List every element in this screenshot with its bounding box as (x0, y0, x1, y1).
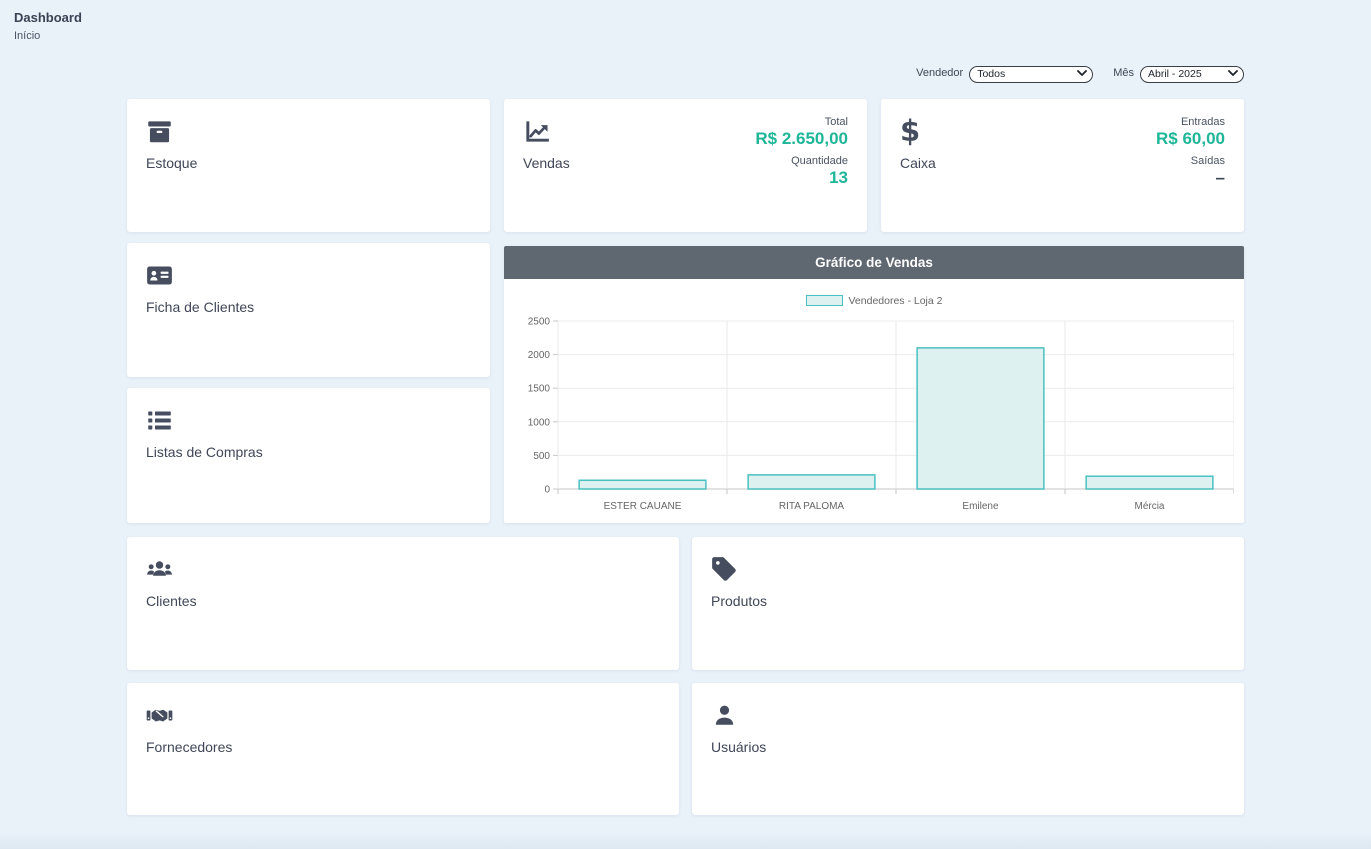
total-label: Total (755, 115, 848, 129)
tag-icon (711, 556, 1225, 584)
caixa-stats: Entradas R$ 60,00 Saídas – (1156, 115, 1225, 193)
page-title: Dashboard (14, 10, 1357, 25)
chart-legend[interactable]: Vendedores - Loja 2 (514, 294, 1234, 308)
chart-body: Vendedores - Loja 2 0 500 1000 1500 2000 2500… (504, 279, 1244, 523)
page-header: Dashboard Início (0, 0, 1371, 42)
card-label: Clientes (146, 593, 660, 609)
card-label: Fornecedores (146, 739, 660, 755)
y-axis-label: 1000 (527, 417, 550, 428)
card-usuarios[interactable]: Usuários (692, 683, 1244, 815)
y-axis-label: 2500 (527, 316, 550, 327)
card-label: Estoque (146, 155, 471, 171)
users-icon (146, 556, 660, 584)
card-label: Listas de Compras (146, 444, 471, 460)
breadcrumb[interactable]: Início (14, 30, 1357, 42)
x-axis-label: ESTER CAUANE (603, 501, 681, 512)
x-axis-label: RITA PALOMA (778, 501, 844, 512)
saidas-value: – (1156, 168, 1225, 188)
x-axis-label: Emilene (962, 501, 999, 512)
legend-swatch (806, 295, 843, 306)
entradas-label: Entradas (1156, 115, 1225, 129)
sales-chart-panel: Gráfico de Vendas Vendedores - Loja 2 0 5… (504, 246, 1244, 523)
y-axis-label: 2000 (527, 350, 550, 361)
card-produtos[interactable]: Produtos (692, 537, 1244, 670)
y-axis-label: 0 (544, 484, 550, 495)
card-label: Usuários (711, 739, 1225, 755)
vendedor-select-wrap: Todos (969, 64, 1093, 83)
card-clientes[interactable]: Clientes (127, 537, 679, 670)
total-value: R$ 2.650,00 (755, 129, 848, 149)
card-listas-de-compras[interactable]: Listas de Compras (127, 388, 490, 523)
chart-title: Gráfico de Vendas (504, 246, 1244, 279)
chart-bar[interactable] (1086, 476, 1213, 489)
card-ficha-de-clientes[interactable]: Ficha de Clientes (127, 243, 490, 377)
card-caixa[interactable]: $ Caixa Entradas R$ 60,00 Saídas – (881, 99, 1244, 232)
main-content: Vendedor Todos Mês Abril - 2025 Estoque (127, 64, 1244, 815)
footer-band (0, 833, 1371, 849)
saidas-label: Saídas (1156, 154, 1225, 168)
mes-select-wrap: Abril - 2025 (1140, 64, 1244, 83)
bar-chart: 0 500 1000 1500 2000 2500 ESTER CAUANE RITA PAL… (515, 313, 1234, 523)
card-vendas[interactable]: Vendas Total R$ 2.650,00 Quantidade 13 (504, 99, 867, 232)
quantidade-label: Quantidade (755, 154, 848, 168)
user-icon (711, 702, 1225, 730)
chart-bar[interactable] (748, 474, 875, 488)
chart-bar[interactable] (579, 480, 706, 489)
list-icon (146, 407, 471, 435)
vendas-stats: Total R$ 2.650,00 Quantidade 13 (755, 115, 848, 193)
mes-label: Mês (1113, 67, 1134, 79)
card-estoque[interactable]: Estoque (127, 99, 490, 232)
card-fornecedores[interactable]: Fornecedores (127, 683, 679, 815)
top-grid: Estoque Vendas Total R$ 2.650,00 Quantid… (127, 99, 1244, 523)
address-card-icon (146, 262, 471, 290)
card-label: Ficha de Clientes (146, 299, 471, 315)
box-archive-icon (146, 118, 471, 146)
handshake-icon (146, 702, 660, 730)
card-label: Produtos (711, 593, 1225, 609)
y-axis-label: 500 (533, 450, 550, 461)
bottom-grid: Clientes Produtos (127, 537, 1244, 815)
vendedor-label: Vendedor (916, 67, 963, 79)
filters-row: Vendedor Todos Mês Abril - 2025 (127, 64, 1244, 83)
entradas-value: R$ 60,00 (1156, 129, 1225, 149)
legend-label: Vendedores - Loja 2 (849, 295, 943, 307)
mes-select[interactable]: Abril - 2025 (1140, 66, 1244, 83)
chart-bar[interactable] (917, 347, 1044, 488)
x-axis-label: Mércia (1134, 501, 1164, 512)
y-axis-label: 1500 (527, 383, 550, 394)
vendedor-select[interactable]: Todos (969, 66, 1093, 83)
quantidade-value: 13 (755, 168, 848, 188)
